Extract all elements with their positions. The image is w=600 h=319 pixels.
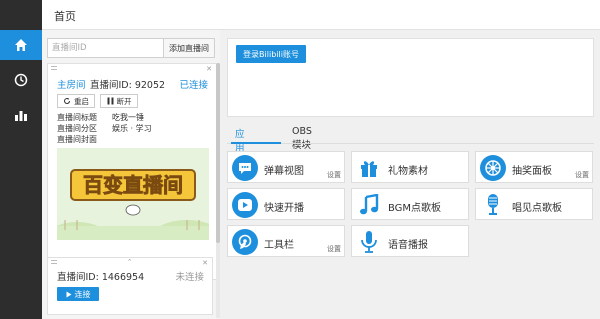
room-id-label: 直播间ID: 1466954 (57, 272, 145, 283)
room-type-label: 主房间 (57, 80, 86, 91)
cover-illustration: 百变直播间 (57, 148, 209, 240)
add-room-row: 添加直播间 (47, 38, 215, 58)
room-card-main: ✕ 主房间 直播间ID: 92052 已连接 重启 断开 直播间标题 吃我一锤 … (47, 63, 217, 280)
module-settings-link[interactable]: 设置 (575, 170, 589, 180)
microphone-icon (480, 192, 506, 218)
restart-button[interactable]: 重启 (57, 94, 95, 108)
top-header: 首页 (42, 0, 600, 30)
sidebar-rail (0, 0, 42, 319)
close-icon[interactable]: ✕ (202, 259, 208, 267)
info-title-label: 直播间标题 (57, 113, 97, 122)
room-list-scrollbar[interactable] (216, 63, 220, 318)
module-label: 工具栏 (264, 240, 294, 251)
bar-chart-icon (15, 111, 27, 121)
restart-label: 重启 (74, 96, 89, 106)
info-area-value: 娱乐 · 学习 (112, 124, 152, 133)
close-icon[interactable]: ✕ (206, 65, 212, 73)
info-cover-label: 直播间封面 (57, 135, 97, 144)
module-label: 抽奖面板 (512, 166, 552, 177)
room-id-input[interactable] (47, 38, 163, 58)
connection-status: 已连接 (179, 80, 208, 91)
room-card-secondary: ⌃ ✕ 直播间ID: 1466954 未连接 连接 (47, 257, 213, 315)
module-label: 弹幕视图 (264, 166, 304, 177)
login-panel: 登录Bilibili账号 (227, 38, 594, 117)
module-label: BGM点歌板 (388, 203, 442, 214)
home-nav-button[interactable] (0, 30, 42, 60)
room-list-panel: 添加直播间 ✕ 主房间 直播间ID: 92052 已连接 重启 断开 直播间标题… (42, 30, 220, 319)
cover-title-text: 百变直播间 (83, 173, 183, 197)
module-tile-gift[interactable]: 礼物素材 (351, 151, 469, 183)
clock-icon (14, 73, 28, 87)
wheel-icon (480, 155, 506, 181)
module-label: 唱见点歌板 (512, 203, 562, 214)
chat-bubble-icon (232, 155, 258, 181)
module-tile-singer[interactable]: 唱见点歌板 (475, 188, 593, 220)
connection-status: 未连接 (175, 272, 204, 283)
module-settings-link[interactable]: 设置 (327, 244, 341, 254)
connect-button[interactable]: 连接 (57, 287, 99, 301)
gift-icon (356, 155, 382, 181)
refresh-icon (64, 97, 70, 104)
module-label: 礼物素材 (388, 166, 428, 177)
music-note-icon (356, 192, 382, 218)
info-title-value: 吃我一锤 (112, 113, 144, 122)
collapse-icon[interactable]: ⌃ (127, 258, 133, 266)
login-bilibili-button[interactable]: 登录Bilibili账号 (236, 45, 306, 63)
home-icon (15, 39, 27, 51)
add-room-button[interactable]: 添加直播间 (163, 38, 215, 58)
module-tile-lottery[interactable]: 抽奖面板 设置 (475, 151, 593, 183)
module-tile-toolbar[interactable]: 工具栏 设置 (227, 225, 345, 257)
play-icon (232, 192, 258, 218)
module-tile-bgm[interactable]: BGM点歌板 (351, 188, 469, 220)
module-label: 语音播报 (388, 240, 428, 251)
room-id-label: 直播间ID: 92052 (90, 80, 166, 91)
disconnect-label: 断开 (116, 96, 132, 106)
module-tile-quickstart[interactable]: 快速开播 (227, 188, 345, 220)
module-tile-danmaku[interactable]: 弹幕视图 设置 (227, 151, 345, 183)
tab-obs-modules[interactable]: OBS模块 (292, 126, 312, 151)
scrollbar-thumb[interactable] (216, 63, 220, 243)
tab-divider (227, 143, 594, 144)
active-tab-indicator (231, 142, 281, 144)
module-settings-link[interactable]: 设置 (327, 170, 341, 180)
drag-handle-icon[interactable] (51, 66, 57, 70)
toolbar-icon (232, 229, 258, 255)
module-tile-voice[interactable]: 语音播报 (351, 225, 469, 257)
history-nav-button[interactable] (0, 65, 42, 95)
voice-icon (356, 229, 382, 255)
disconnect-button[interactable]: 断开 (100, 94, 138, 108)
connect-label: 连接 (74, 289, 91, 299)
room-cover-image: 百变直播间 (57, 148, 209, 240)
pause-icon (107, 97, 113, 105)
module-label: 快速开播 (264, 203, 304, 214)
page-title: 首页 (54, 10, 76, 23)
info-area-label: 直播间分区 (57, 124, 97, 133)
drag-handle-icon[interactable] (51, 260, 57, 264)
play-icon (66, 291, 71, 297)
stats-nav-button[interactable] (0, 100, 42, 130)
